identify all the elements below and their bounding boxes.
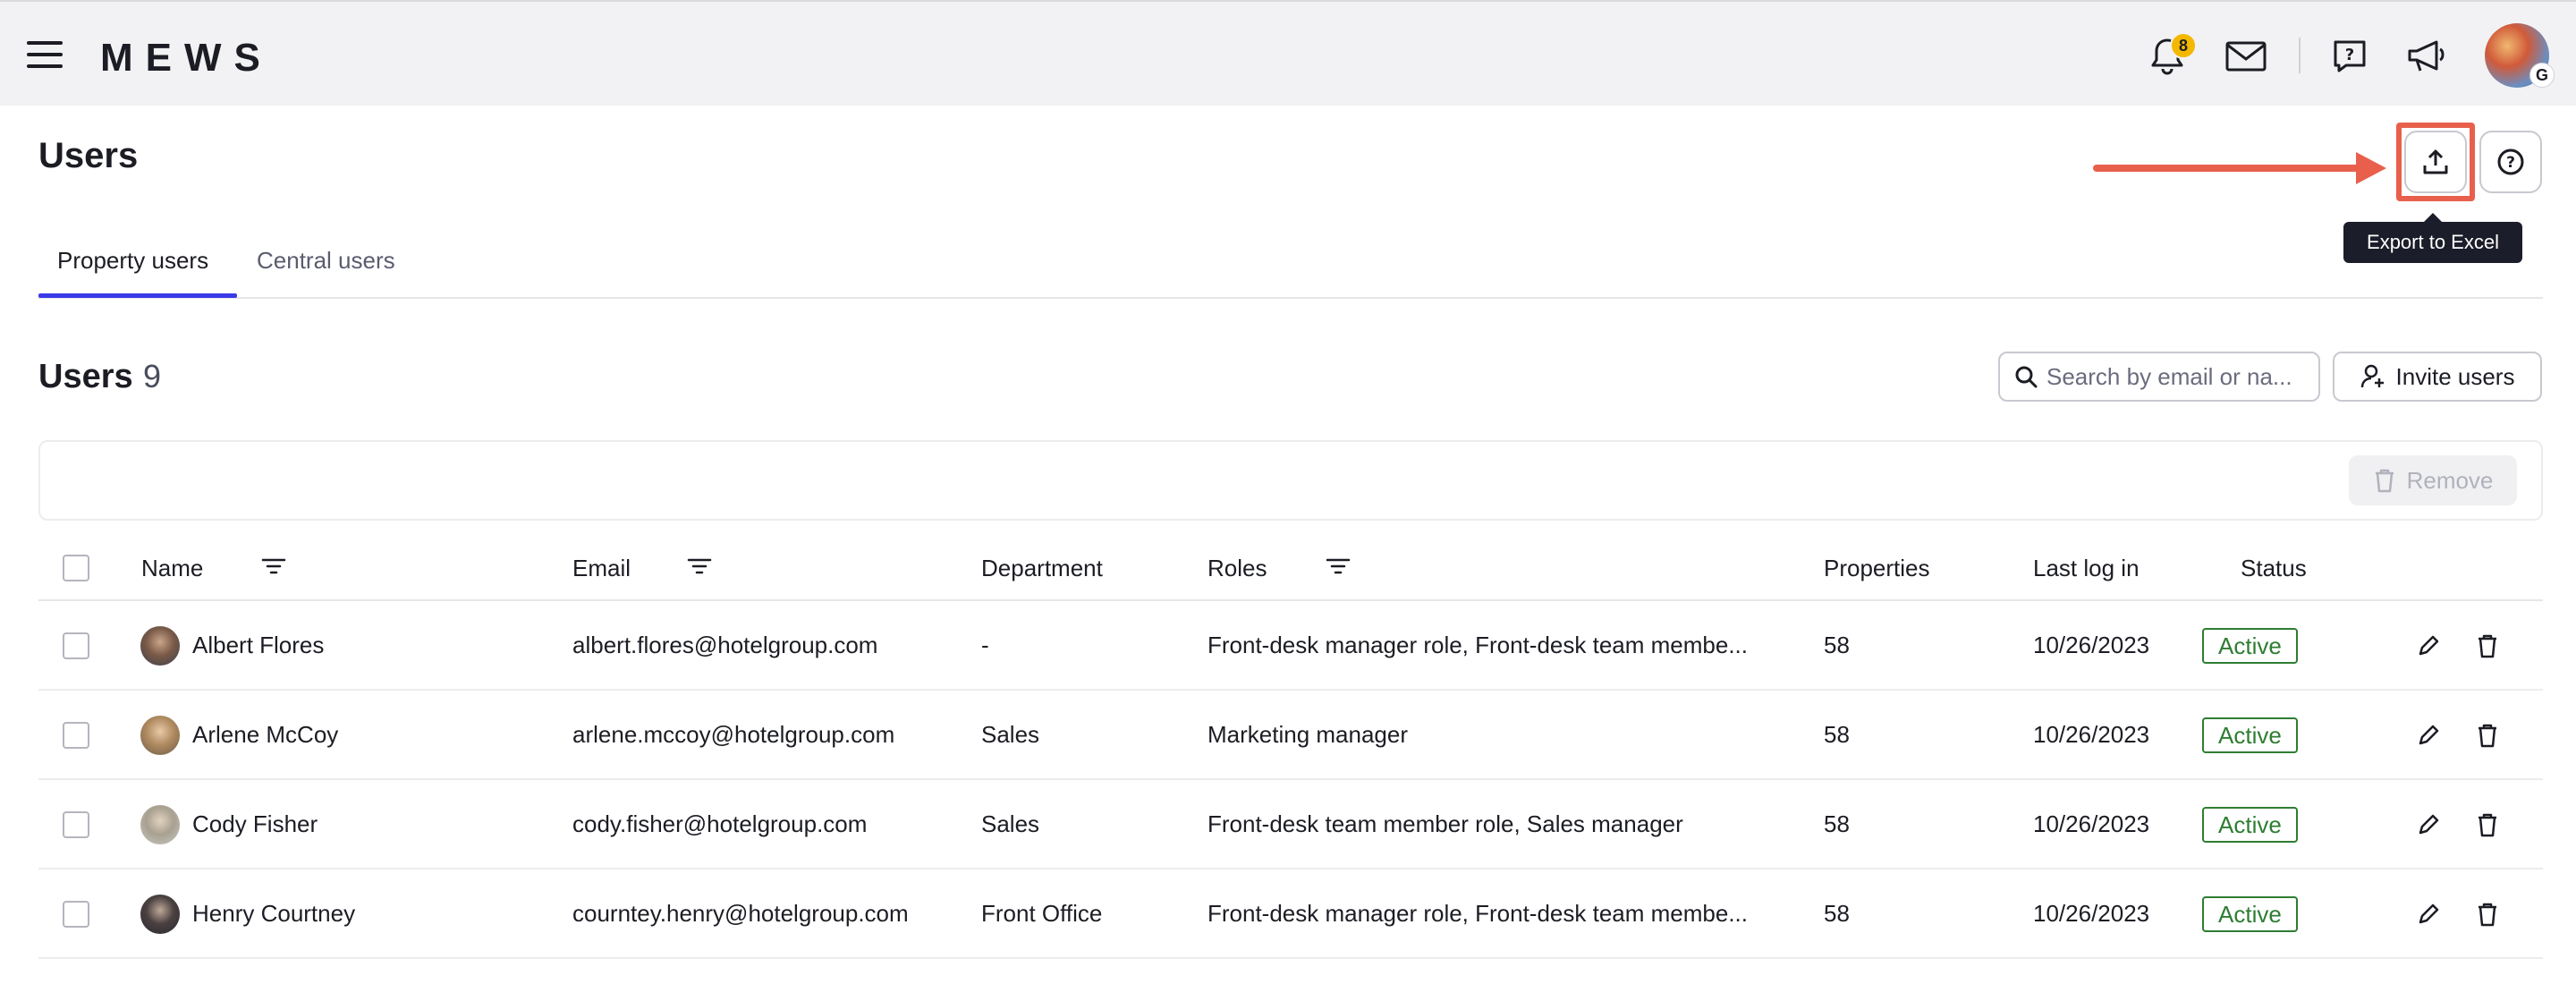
table-row[interactable]: Cody Fisher cody.fisher@hotelgroup.com S… (38, 780, 2543, 869)
delete-icon[interactable] (2471, 630, 2504, 662)
app-logo[interactable]: MEWS (100, 36, 273, 81)
menu-icon[interactable] (27, 41, 63, 70)
tab-property-users[interactable]: Property users (57, 247, 208, 275)
search-input[interactable] (2046, 362, 2306, 391)
name-filter-icon[interactable] (260, 553, 287, 580)
edit-icon[interactable] (2412, 630, 2445, 662)
delete-icon[interactable] (2471, 809, 2504, 841)
user-email: albert.flores@hotelgroup.com (572, 632, 878, 658)
tab-bar: Property users Central users (38, 234, 2543, 299)
topbar-divider (2299, 38, 2301, 73)
user-email: cody.fisher@hotelgroup.com (572, 810, 868, 837)
row-checkbox[interactable] (63, 901, 89, 928)
column-last-login: Last log in (2033, 555, 2140, 581)
user-email: arlene.mccoy@hotelgroup.com (572, 721, 895, 748)
status-badge: Active (2202, 896, 2298, 932)
annotation-arrow (2093, 165, 2360, 172)
status-badge: Active (2202, 628, 2298, 664)
help-chat-icon[interactable]: ? (2327, 34, 2372, 79)
user-last-login: 10/26/2023 (2033, 632, 2150, 658)
user-properties: 58 (1824, 721, 1850, 748)
status-badge: Active (2202, 717, 2298, 753)
user-name: Henry Courtney (192, 900, 356, 927)
row-checkbox[interactable] (63, 722, 89, 749)
avatar (140, 895, 180, 934)
active-tab-indicator (38, 293, 237, 298)
remove-button[interactable]: Remove (2349, 455, 2517, 505)
tab-central-users[interactable]: Central users (257, 247, 395, 275)
user-department: Front Office (981, 900, 1103, 927)
page-title: Users (38, 136, 139, 175)
notification-badge: 8 (2170, 32, 2197, 59)
table-row[interactable]: Albert Flores albert.flores@hotelgroup.c… (38, 601, 2543, 691)
column-properties: Properties (1824, 555, 1930, 581)
avatar (140, 716, 180, 755)
user-name: Arlene McCoy (192, 721, 339, 748)
edit-icon[interactable] (2412, 809, 2445, 841)
users-count: 9 (143, 358, 162, 394)
add-user-icon (2360, 364, 2384, 388)
export-highlight-box (2396, 123, 2475, 201)
users-section-title: Users (38, 358, 133, 395)
roles-filter-icon[interactable] (1325, 553, 1352, 580)
user-name: Albert Flores (192, 632, 325, 658)
table-row[interactable]: Henry Courtney courntey.henry@hotelgroup… (38, 869, 2543, 959)
table-header: Name Email Department Roles Properties L… (38, 537, 2543, 601)
megaphone-icon[interactable] (2404, 34, 2449, 79)
user-last-login: 10/26/2023 (2033, 721, 2150, 748)
column-roles: Roles (1208, 555, 1267, 581)
user-roles: Front-desk team member role, Sales manag… (1208, 810, 1683, 837)
user-department: Sales (981, 810, 1040, 837)
email-filter-icon[interactable] (686, 553, 713, 580)
avatar (140, 805, 180, 844)
column-email: Email (572, 555, 631, 581)
user-roles: Front-desk manager role, Front-desk team… (1208, 632, 1749, 658)
avatar (140, 626, 180, 666)
user-name: Cody Fisher (192, 810, 318, 837)
invite-users-button[interactable]: Invite users (2333, 352, 2542, 402)
select-all-checkbox[interactable] (63, 555, 89, 581)
help-button[interactable]: ? (2479, 131, 2542, 193)
delete-icon[interactable] (2471, 898, 2504, 930)
delete-icon[interactable] (2471, 719, 2504, 751)
annotation-arrow-head (2356, 152, 2386, 184)
edit-icon[interactable] (2412, 719, 2445, 751)
user-department: - (981, 632, 989, 658)
user-roles: Marketing manager (1208, 721, 1408, 748)
trash-icon (2375, 469, 2394, 493)
tooltip-pointer (2424, 213, 2442, 222)
status-badge: Active (2202, 807, 2298, 843)
user-department: Sales (981, 721, 1040, 748)
user-roles: Front-desk manager role, Front-desk team… (1208, 900, 1749, 927)
user-last-login: 10/26/2023 (2033, 900, 2150, 927)
top-bar: MEWS 8 ? G (0, 0, 2576, 106)
table-row[interactable]: Arlene McCoy arlene.mccoy@hotelgroup.com… (38, 691, 2543, 780)
search-icon (2015, 366, 2038, 388)
user-properties: 58 (1824, 810, 1850, 837)
edit-icon[interactable] (2412, 898, 2445, 930)
user-properties: 58 (1824, 900, 1850, 927)
invite-users-label: Invite users (2395, 362, 2515, 390)
row-checkbox[interactable] (63, 632, 89, 659)
help-circle-icon: ? (2497, 148, 2524, 175)
remove-label: Remove (2406, 466, 2494, 494)
column-department: Department (981, 555, 1103, 581)
svg-text:?: ? (2506, 154, 2515, 172)
user-last-login: 10/26/2023 (2033, 810, 2150, 837)
column-status: Status (2241, 555, 2307, 581)
bulk-actions-bar (38, 440, 2543, 521)
avatar-initial: G (2529, 63, 2555, 88)
mail-icon[interactable] (2224, 34, 2268, 79)
column-name: Name (141, 555, 204, 581)
user-email: courntey.henry@hotelgroup.com (572, 900, 909, 927)
row-checkbox[interactable] (63, 811, 89, 838)
svg-text:?: ? (2345, 46, 2354, 64)
user-properties: 58 (1824, 632, 1850, 658)
search-box[interactable] (1998, 352, 2320, 402)
